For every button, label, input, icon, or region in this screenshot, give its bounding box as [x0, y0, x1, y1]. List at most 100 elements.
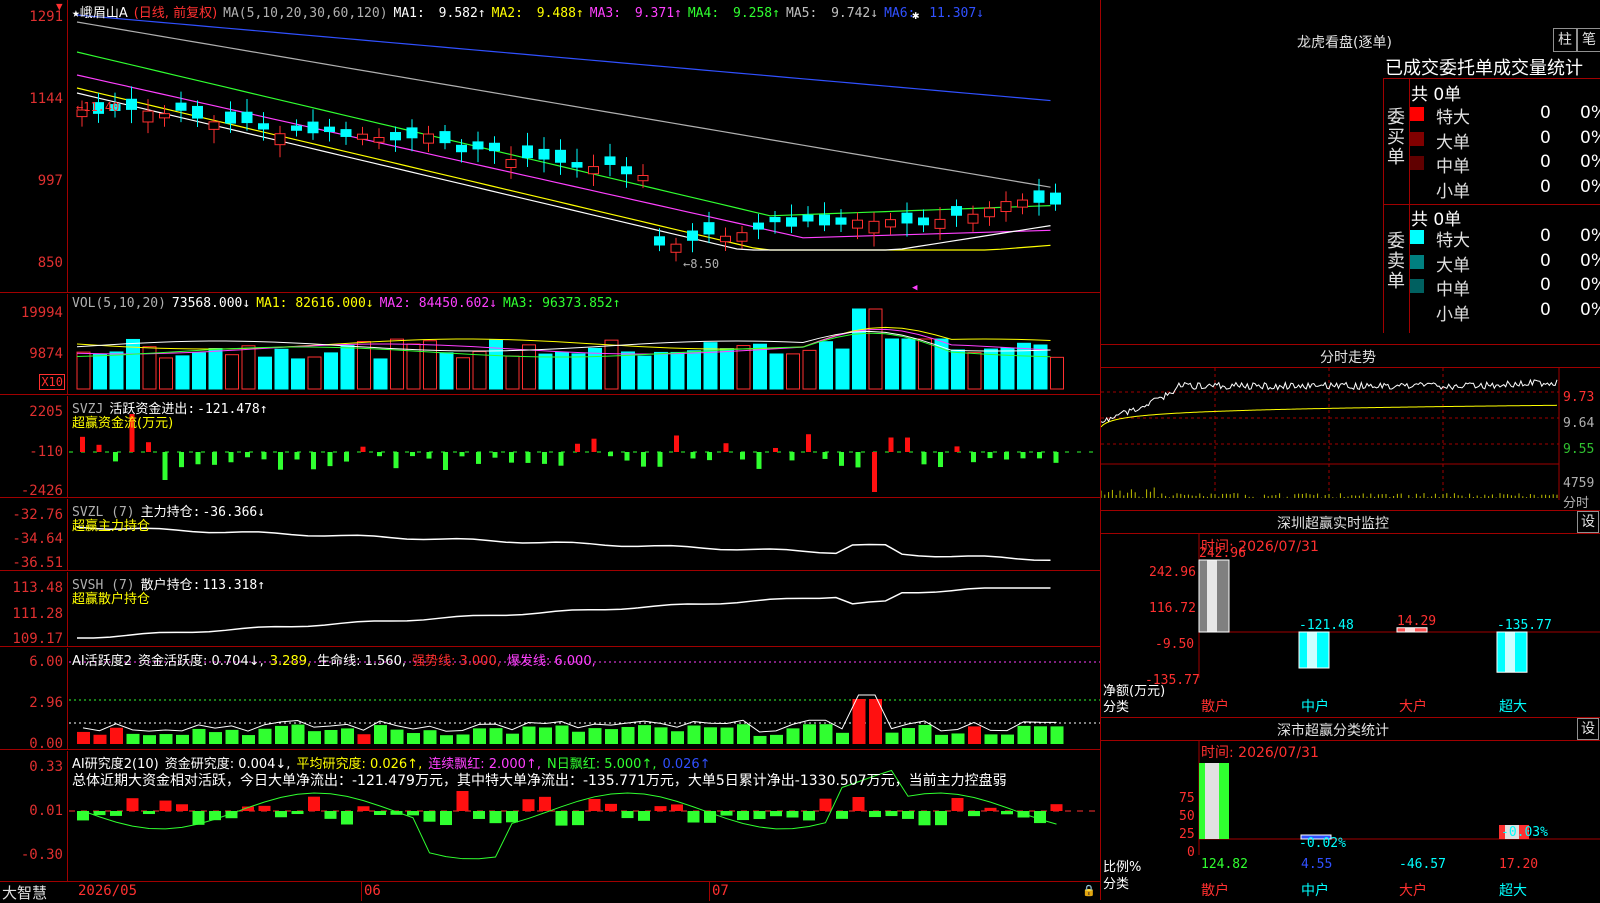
volume-bar: [307, 356, 322, 390]
ma-label: MA5:: [785, 6, 826, 21]
candle: [274, 133, 286, 146]
research-bar: [885, 811, 898, 817]
sz-class-value: -46.57: [1399, 857, 1446, 872]
volume-bar: [555, 351, 569, 390]
lock-icon[interactable]: 🔒: [1082, 884, 1096, 897]
research-bar: [506, 811, 518, 823]
buy-side-label: 委买单: [1387, 107, 1405, 168]
volume-bar: [456, 357, 470, 390]
svzl-panel[interactable]: -32.76 -34.64 -36.51 SVZL (7) 主力持仓: -36.36…: [0, 499, 1100, 571]
activity-bar: [93, 734, 107, 744]
bar-view-button[interactable]: 柱: [1553, 28, 1577, 52]
volume-bar: [505, 355, 520, 390]
volume-ma-value: MA3: 96373.852↑: [503, 296, 621, 311]
volume-panel[interactable]: 19994 9874 X10 VOL(5,10,20) 73568.000↓ MA1…: [0, 294, 1100, 395]
sz-category: 超大: [1499, 699, 1527, 715]
candle: [159, 113, 170, 119]
activity-bar: [605, 729, 618, 744]
volume-bar: [703, 342, 718, 390]
volume-bar: [109, 351, 124, 390]
sz-class-tick: 25: [1179, 827, 1195, 842]
flow-bar: [195, 452, 201, 465]
research-bar: [770, 811, 782, 817]
research-bar: [473, 811, 485, 819]
svzj-panel[interactable]: 2205 -110 -2426 SVZJ 活跃资金进出: -121.478↑ 超赢资…: [0, 396, 1100, 499]
kline-panel[interactable]: 1291 1144 997 850 ▼ ★峨眉山A (日线, 前复权) MA(5,1…: [0, 0, 1100, 293]
order-row[interactable]: 特大 0 0%: [1410, 103, 1600, 128]
candle: [835, 217, 847, 225]
intraday-svg[interactable]: [1101, 368, 1600, 508]
flow-bar: [377, 452, 382, 457]
sz-class-category: 大户: [1399, 883, 1427, 899]
volume-bar: [621, 351, 635, 390]
activity-bar: [126, 733, 140, 744]
candle: [522, 145, 533, 159]
candle: [324, 126, 335, 133]
flow-bar: [888, 437, 894, 452]
sz-class-category: 超大: [1499, 883, 1527, 899]
research-bar: [489, 811, 502, 824]
order-color-swatch: [1410, 131, 1424, 146]
activity-bar: [720, 727, 734, 744]
flow-bar: [855, 452, 861, 468]
activity-bar: [737, 724, 750, 744]
volume-bar: [274, 348, 289, 390]
flow-bar: [740, 452, 745, 460]
svzj-tick: 2205: [29, 404, 63, 420]
ai-active-panel[interactable]: 6.00 2.96 0.00 AI活跃度2 资金活跃度: 0.704↓, 3.289…: [0, 648, 1100, 752]
research-bar: [951, 798, 964, 811]
sz-monitor-tick: -9.50: [1155, 637, 1195, 652]
sz-class-tick: 50: [1179, 809, 1195, 824]
research-bar: [1034, 811, 1046, 824]
star-icon[interactable]: ★: [72, 6, 80, 21]
order-stats-tabs[interactable]: 已成交委托单成交量统计: [1385, 54, 1583, 80]
volume-bar: [571, 353, 586, 390]
ma-line: [76, 14, 1051, 102]
flow-bar: [476, 452, 481, 464]
candle: [423, 133, 434, 144]
volume-bar: [241, 345, 256, 390]
order-row[interactable]: 中单 0 0%: [1410, 275, 1600, 300]
research-bar: [159, 800, 172, 811]
order-row[interactable]: 小单 0 0%: [1410, 177, 1600, 202]
sz-class-svg[interactable]: [1101, 741, 1600, 899]
activity-bar: [341, 728, 354, 744]
order-row[interactable]: 大单 0 0%: [1410, 251, 1600, 276]
sz-monitor-settings-button[interactable]: 设: [1577, 511, 1599, 533]
separator-line: [709, 882, 710, 901]
order-label: 特大: [1436, 231, 1470, 251]
holding-line: [76, 587, 1051, 639]
order-row[interactable]: 大单 0 0%: [1410, 128, 1600, 153]
ai-research-panel[interactable]: 0.33 0.01 -0.30 AI研究度2(10) 资金研究度: 0.004↓,…: [0, 751, 1100, 881]
volume-bar: [1050, 356, 1064, 390]
ma-line: [76, 51, 1051, 217]
candle: [571, 162, 583, 168]
net-bar-label: -135.77: [1497, 618, 1552, 633]
flow-bar: [938, 452, 943, 468]
date-axis: 大智慧 2026/05 06 07 🔒: [0, 881, 1100, 902]
candle: [439, 131, 451, 144]
candle: [307, 121, 319, 134]
candle: [819, 214, 830, 226]
settings-marker-icon[interactable]: ▼: [56, 0, 63, 13]
order-count: 0: [1540, 103, 1551, 123]
flow-bar: [492, 452, 498, 458]
sz-class-title: 深市超赢分类统计: [1277, 723, 1389, 739]
order-row[interactable]: 小单 0 0%: [1410, 300, 1600, 325]
order-row[interactable]: 中单 0 0%: [1410, 152, 1600, 177]
volume-bar: [1000, 347, 1015, 390]
svzl-tick: -36.51: [12, 555, 63, 571]
flow-bar: [707, 452, 712, 461]
order-row[interactable]: 特大 0 0%: [1410, 226, 1600, 251]
sz-class-settings-button[interactable]: 设: [1577, 718, 1599, 740]
tick-view-button[interactable]: 笔: [1577, 28, 1600, 52]
volume-bar: [604, 339, 619, 390]
activity-bar: [902, 728, 915, 744]
svsh-panel[interactable]: 113.48 111.28 109.17 SVSH (7) 散户持仓: 113.31…: [0, 572, 1100, 647]
volume-ma-value: MA2: 84450.602↓: [379, 296, 498, 311]
kline-plot[interactable]: [69, 0, 1100, 292]
activity-bar: [786, 728, 800, 744]
volume-tick: 19994: [20, 305, 63, 321]
flow-bar: [954, 446, 960, 452]
candle: [984, 207, 995, 218]
